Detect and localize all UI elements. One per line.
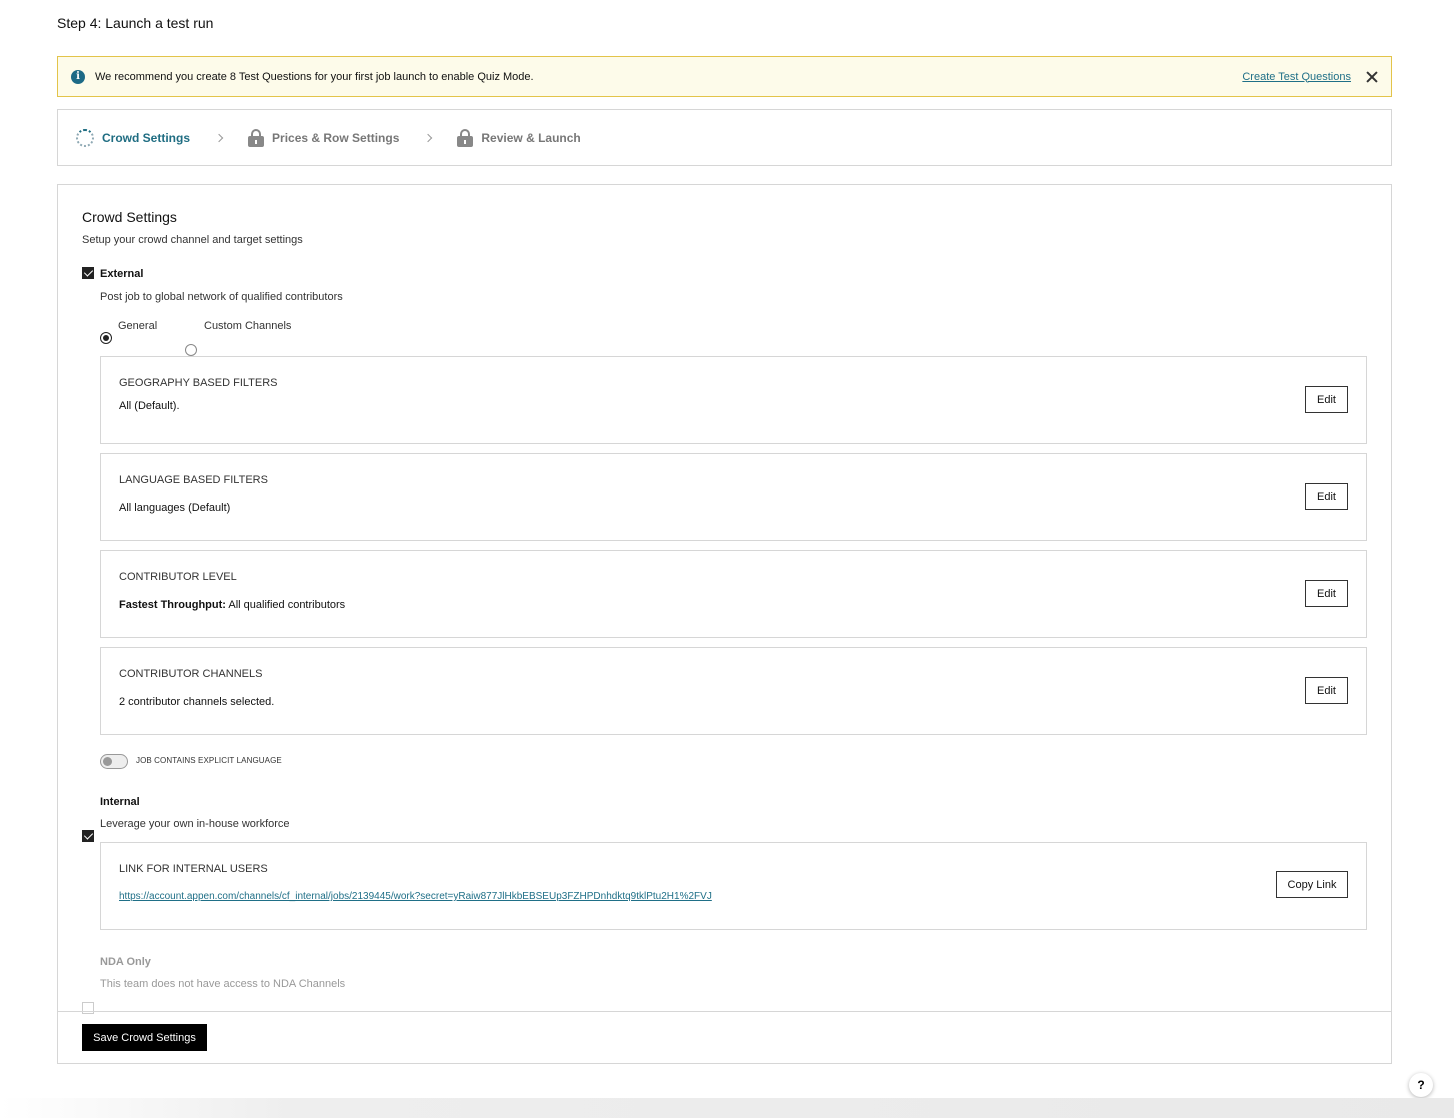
info-banner: i We recommend you create 8 Test Questio… <box>57 56 1392 97</box>
edit-geography-button[interactable]: Edit <box>1305 386 1348 413</box>
help-button[interactable]: ? <box>1409 1073 1433 1097</box>
explicit-language-toggle[interactable] <box>100 754 128 769</box>
filter-value: All (Default). <box>119 400 180 412</box>
info-icon: i <box>71 69 85 84</box>
step-label: Prices & Row Settings <box>272 130 400 145</box>
page-title: Step 4: Launch a test run <box>57 15 214 31</box>
nda-description: This team does not have access to NDA Ch… <box>100 978 346 990</box>
radio-general[interactable] <box>100 332 112 344</box>
chevron-right-icon <box>214 133 224 142</box>
create-test-questions-link[interactable]: Create Test Questions <box>1242 71 1351 83</box>
step-prices-row-settings[interactable]: Prices & Row Settings <box>248 128 400 147</box>
copy-link-button[interactable]: Copy Link <box>1276 871 1348 898</box>
internal-label: Internal <box>100 796 140 808</box>
section-title: Crowd Settings <box>82 209 177 225</box>
external-description: Post job to global network of qualified … <box>100 291 343 303</box>
contributor-channels-card: CONTRIBUTOR CHANNELS 2 contributor chann… <box>100 647 1367 735</box>
edit-language-button[interactable]: Edit <box>1305 483 1348 510</box>
radio-custom-channels[interactable] <box>185 344 197 356</box>
radio-general-label: General <box>118 320 158 332</box>
filter-title: CONTRIBUTOR LEVEL <box>119 571 237 583</box>
edit-contributor-channels-button[interactable]: Edit <box>1305 677 1348 704</box>
lock-icon <box>248 128 265 147</box>
footer-divider <box>58 1011 1391 1012</box>
chevron-right-icon <box>424 133 433 142</box>
save-crowd-settings-button[interactable]: Save Crowd Settings <box>82 1024 207 1051</box>
filter-value: All languages (Default) <box>119 502 231 514</box>
nda-label: NDA Only <box>100 956 151 968</box>
filter-value: 2 contributor channels selected. <box>119 696 275 708</box>
filter-title: LINK FOR INTERNAL USERS <box>119 863 268 875</box>
internal-link-url[interactable]: https://account.appen.com/channels/cf_in… <box>119 891 712 902</box>
filter-title: LANGUAGE BASED FILTERS <box>119 474 268 486</box>
crowd-settings-panel: Crowd Settings Setup your crowd channel … <box>57 184 1392 1064</box>
geography-filter-card: GEOGRAPHY BASED FILTERS All (Default). E… <box>100 356 1367 444</box>
internal-description: Leverage your own in-house workforce <box>100 818 290 830</box>
external-label: External <box>100 268 144 280</box>
banner-text: We recommend you create 8 Test Questions… <box>95 70 534 83</box>
step-label: Review & Launch <box>481 130 581 145</box>
step-label: Crowd Settings <box>102 130 191 145</box>
explicit-language-label: JOB CONTAINS EXPLICIT LANGUAGE <box>136 756 282 765</box>
filter-title: CONTRIBUTOR CHANNELS <box>119 668 263 680</box>
close-icon[interactable] <box>1365 70 1379 84</box>
edit-contributor-level-button[interactable]: Edit <box>1305 580 1348 607</box>
internal-link-card: LINK FOR INTERNAL USERS https://account.… <box>100 842 1367 930</box>
filter-title: GEOGRAPHY BASED FILTERS <box>119 377 278 389</box>
language-filter-card: LANGUAGE BASED FILTERS All languages (De… <box>100 453 1367 541</box>
lock-icon <box>457 128 474 147</box>
progress-spinner-icon <box>76 128 94 147</box>
external-checkbox[interactable] <box>82 267 94 279</box>
step-review-launch[interactable]: Review & Launch <box>457 128 581 147</box>
radio-custom-channels-label: Custom Channels <box>204 320 292 332</box>
bottom-shade <box>0 1098 1454 1118</box>
filter-value-text: All qualified contributors <box>225 599 346 611</box>
contributor-level-card: CONTRIBUTOR LEVEL Fastest Throughput: Al… <box>100 550 1367 638</box>
step-crowd-settings[interactable]: Crowd Settings <box>76 128 191 147</box>
nda-checkbox[interactable] <box>82 1002 94 1014</box>
section-subtitle: Setup your crowd channel and target sett… <box>82 234 303 246</box>
filter-value: Fastest Throughput: All qualified contri… <box>119 599 345 611</box>
internal-checkbox[interactable] <box>82 830 94 842</box>
stepper: Crowd Settings Prices & Row Settings Rev… <box>57 109 1392 166</box>
filter-value-bold: Fastest Throughput: <box>119 599 226 611</box>
